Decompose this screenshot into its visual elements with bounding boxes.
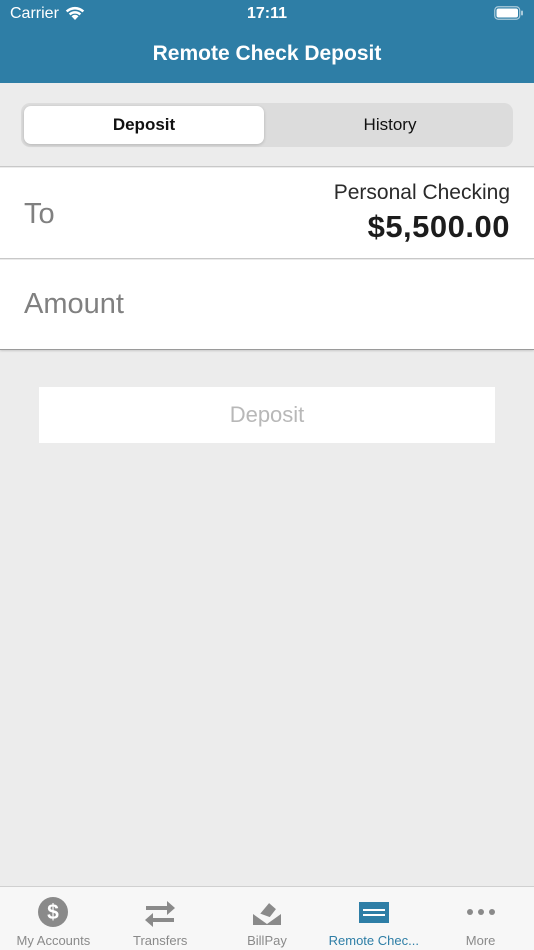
amount-label: Amount	[24, 288, 124, 320]
tab-billpay[interactable]: BillPay	[214, 887, 321, 950]
tab-label: More	[465, 933, 496, 948]
tab-label: My Accounts	[16, 933, 91, 948]
to-account-row[interactable]: To Personal Checking $5,500.00	[0, 168, 534, 259]
more-icon	[466, 909, 495, 915]
billpay-icon	[252, 900, 281, 925]
segmented-control: Deposit History	[21, 103, 513, 147]
account-name: Personal Checking	[333, 181, 510, 204]
tab-my-accounts[interactable]: $ My Accounts	[0, 887, 107, 950]
dollar-icon: $	[38, 897, 69, 927]
tab-transfers[interactable]: Transfers	[107, 887, 214, 950]
battery-icon	[494, 6, 523, 20]
tab-remote-check[interactable]: Remote Chec...	[320, 887, 427, 950]
account-balance: $5,500.00	[367, 209, 510, 244]
page-title: Remote Check Deposit	[152, 42, 382, 65]
check-card-icon	[358, 902, 389, 923]
tab-bar: $ My Accounts Transfers BillPay Remote C…	[0, 886, 534, 950]
tab-more[interactable]: More	[427, 887, 534, 950]
amount-row[interactable]: Amount	[0, 260, 534, 350]
tab-label: Remote Chec...	[328, 933, 419, 948]
to-label: To	[24, 198, 55, 230]
segment-area: Deposit History	[0, 83, 534, 167]
deposit-button[interactable]: Deposit	[39, 387, 495, 443]
status-bar: Carrier 17:11	[0, 0, 534, 30]
status-time: 17:11	[246, 5, 288, 22]
svg-text:$: $	[48, 901, 60, 924]
nav-header: Carrier 17:11 Remote Check Deposit	[0, 0, 534, 83]
transfer-icon	[145, 901, 176, 927]
segment-deposit[interactable]: Deposit	[24, 106, 264, 144]
tab-label: Transfers	[132, 933, 188, 948]
segment-history[interactable]: History	[270, 106, 510, 144]
tab-label: BillPay	[247, 933, 287, 948]
